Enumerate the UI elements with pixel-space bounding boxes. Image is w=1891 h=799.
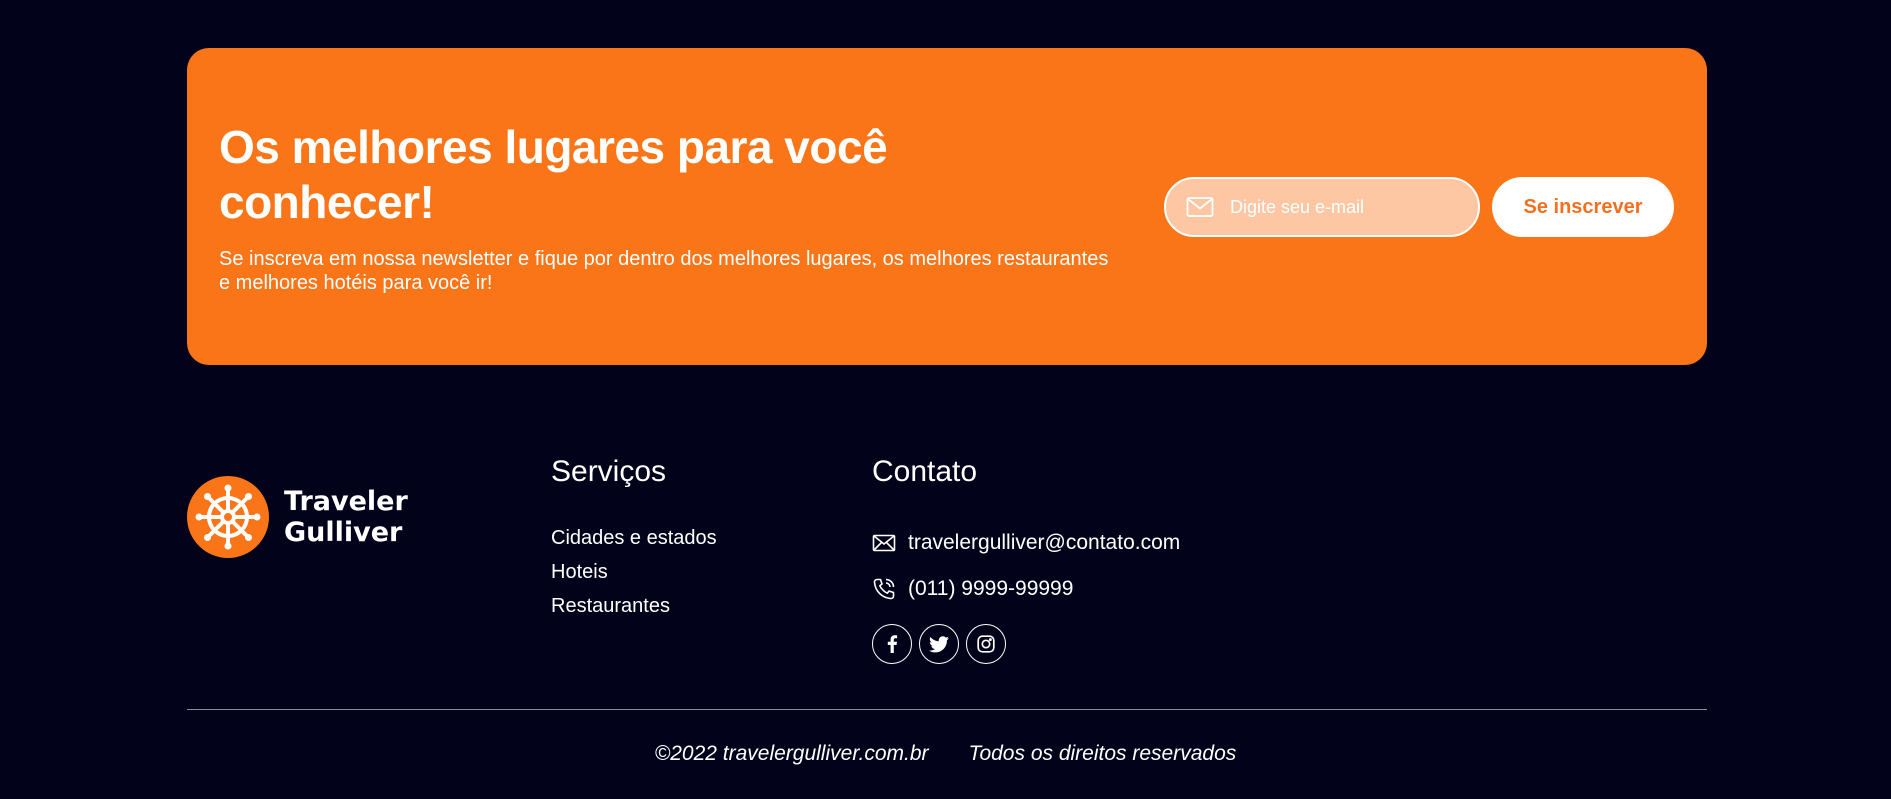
instagram-icon[interactable] xyxy=(966,624,1006,664)
brand-name: Traveler Gulliver xyxy=(284,486,408,548)
services-item: Cidades e estados xyxy=(551,521,717,555)
subscribe-button[interactable]: Se inscrever xyxy=(1492,177,1674,237)
services-link-restaurantes[interactable]: Restaurantes xyxy=(551,595,670,617)
newsletter-banner: Os melhores lugares para você conhecer! … xyxy=(187,48,1707,365)
footer-divider xyxy=(187,709,1707,710)
contact-phone-row: (011) 9999-99999 xyxy=(872,577,1073,601)
newsletter-subtitle: Se inscreva em nossa newsletter e fique … xyxy=(219,248,1109,294)
newsletter-title: Os melhores lugares para você conhecer! xyxy=(219,121,888,228)
mail-icon xyxy=(1186,196,1214,218)
email-field[interactable] xyxy=(1164,177,1480,237)
brand-name-line1: Traveler xyxy=(284,486,408,517)
brand-logo[interactable]: Traveler Gulliver xyxy=(187,476,408,558)
brand-name-line2: Gulliver xyxy=(284,517,403,548)
phone-icon xyxy=(872,577,896,601)
services-title: Serviços xyxy=(551,455,667,488)
contact-email-row: travelergulliver@contato.com xyxy=(872,531,1180,555)
services-list: Cidades e estados Hoteis Restaurantes xyxy=(551,521,717,623)
footer-bottom-bar: ©2022 travelergulliver.com.br Todos os d… xyxy=(0,742,1891,766)
contact-email-link[interactable]: travelergulliver@contato.com xyxy=(908,531,1180,555)
page: Os melhores lugares para você conhecer! … xyxy=(0,0,1891,799)
email-input[interactable] xyxy=(1230,196,1460,218)
rights-text: Todos os direitos reservados xyxy=(968,742,1237,765)
mail-icon xyxy=(872,531,896,555)
ship-wheel-icon xyxy=(187,476,269,558)
contact-title: Contato xyxy=(872,455,978,488)
services-item: Restaurantes xyxy=(551,589,717,623)
services-link-hoteis[interactable]: Hoteis xyxy=(551,561,608,583)
facebook-icon[interactable] xyxy=(872,624,912,664)
services-link-cidades[interactable]: Cidades e estados xyxy=(551,527,717,549)
twitter-icon[interactable] xyxy=(919,624,959,664)
copyright-text: ©2022 travelergulliver.com.br xyxy=(654,742,929,765)
contact-phone-link[interactable]: (011) 9999-99999 xyxy=(908,577,1073,601)
social-links xyxy=(872,624,1006,664)
services-item: Hoteis xyxy=(551,555,717,589)
